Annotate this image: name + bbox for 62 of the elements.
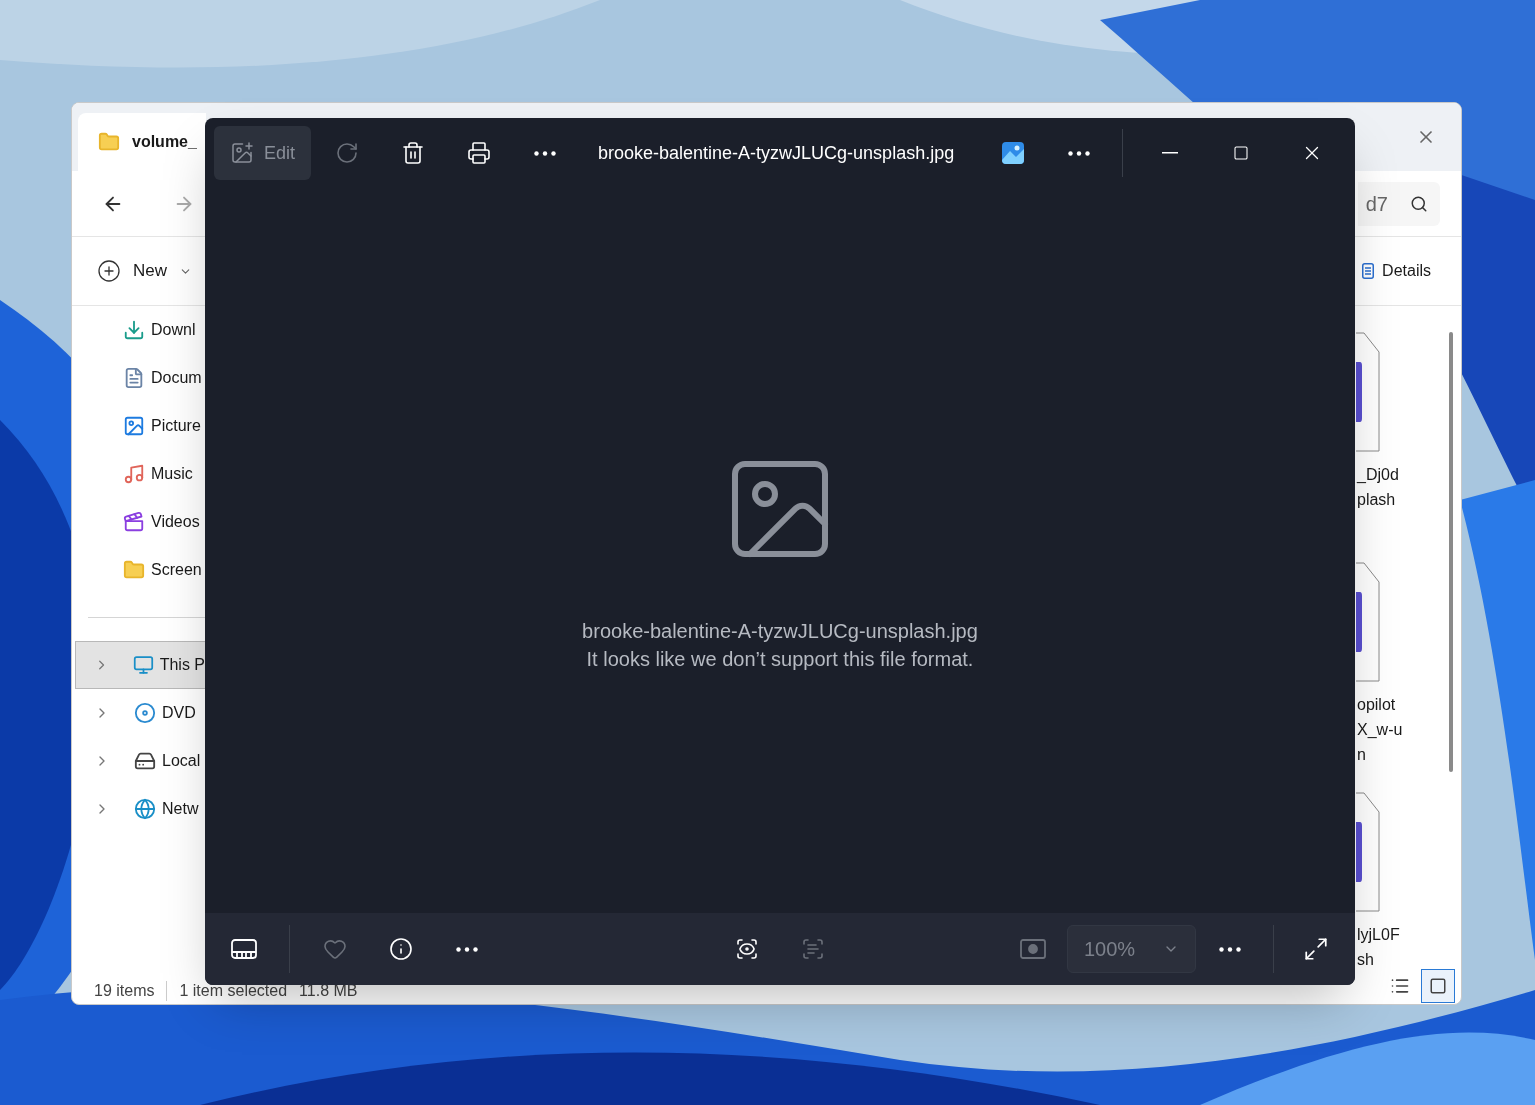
monitor-icon bbox=[132, 654, 154, 676]
hard-drive-icon bbox=[134, 750, 156, 772]
nav-item[interactable]: Netw bbox=[75, 785, 206, 833]
heart-icon bbox=[323, 937, 347, 961]
tiles-view-button[interactable] bbox=[1421, 969, 1455, 1003]
nav-item[interactable]: This P bbox=[75, 641, 206, 689]
nav-item[interactable]: Music bbox=[72, 450, 206, 498]
folder-icon bbox=[123, 559, 145, 581]
file-name: _Dj0d plash bbox=[1357, 465, 1400, 510]
film-icon bbox=[123, 511, 145, 533]
filmstrip-icon bbox=[231, 939, 257, 959]
image-file-icon bbox=[1356, 332, 1380, 452]
nav-item[interactable]: Screen bbox=[72, 546, 206, 594]
fit-to-window-icon bbox=[1020, 939, 1046, 959]
trash-icon bbox=[401, 141, 425, 165]
rotate-icon bbox=[335, 141, 359, 165]
window-tab[interactable]: volume_ bbox=[78, 113, 206, 171]
scrollbar[interactable] bbox=[1449, 332, 1453, 772]
more-icon bbox=[534, 150, 556, 156]
file-title: brooke-balentine-A-tyzwJLUCg-unsplash.jpg bbox=[598, 141, 955, 165]
tile-icon bbox=[1429, 977, 1447, 995]
image-file-icon bbox=[1356, 562, 1380, 682]
photos-app-icon[interactable] bbox=[1001, 141, 1026, 165]
nav-item[interactable]: Downl bbox=[72, 306, 206, 354]
document-icon bbox=[123, 367, 145, 389]
minimize-icon bbox=[1161, 152, 1178, 154]
search-field[interactable]: d7 bbox=[1358, 181, 1440, 226]
new-button[interactable]: New bbox=[97, 258, 192, 284]
printer-icon bbox=[467, 141, 491, 165]
maximize-icon bbox=[1232, 145, 1249, 161]
search-icon bbox=[1410, 194, 1428, 213]
download-icon bbox=[123, 319, 145, 341]
file-name: lyjL0F sh bbox=[1357, 925, 1401, 968]
info-icon bbox=[389, 937, 413, 961]
disc-icon bbox=[134, 702, 156, 724]
plus-circle-icon bbox=[97, 259, 121, 283]
nav-item[interactable]: Videos bbox=[72, 498, 206, 546]
error-filename: brooke-balentine-A-tyzwJLUCg-unsplash.jpg bbox=[582, 618, 978, 644]
nav-item[interactable]: Local bbox=[75, 737, 206, 785]
music-note-icon bbox=[123, 463, 145, 485]
file-name: opilot X_w-u n bbox=[1357, 695, 1404, 765]
item-count: 19 items bbox=[94, 982, 155, 1000]
text-scan-icon bbox=[801, 937, 825, 961]
details-icon bbox=[1362, 263, 1375, 279]
details-button[interactable]: Details bbox=[1362, 259, 1431, 283]
globe-icon bbox=[134, 798, 156, 820]
fullscreen-icon bbox=[1303, 936, 1329, 962]
selection-status: 1 item selected bbox=[179, 982, 288, 1000]
more-icon bbox=[456, 946, 478, 952]
error-message: It looks like we don’t support this file format. bbox=[586, 646, 974, 672]
picture-icon bbox=[123, 415, 145, 437]
image-edit-icon bbox=[230, 141, 254, 165]
nav-item[interactable]: Picture bbox=[72, 402, 206, 450]
tab-title: volume_ bbox=[132, 132, 197, 152]
nav-item[interactable]: DVD bbox=[75, 689, 206, 737]
more-icon bbox=[1219, 946, 1241, 952]
image-file-icon bbox=[1356, 792, 1380, 912]
scan-icon bbox=[735, 937, 759, 961]
list-icon bbox=[1390, 976, 1410, 996]
folder-icon bbox=[98, 131, 120, 153]
more-icon bbox=[1068, 150, 1091, 156]
nav-item[interactable]: Docum bbox=[72, 354, 206, 402]
